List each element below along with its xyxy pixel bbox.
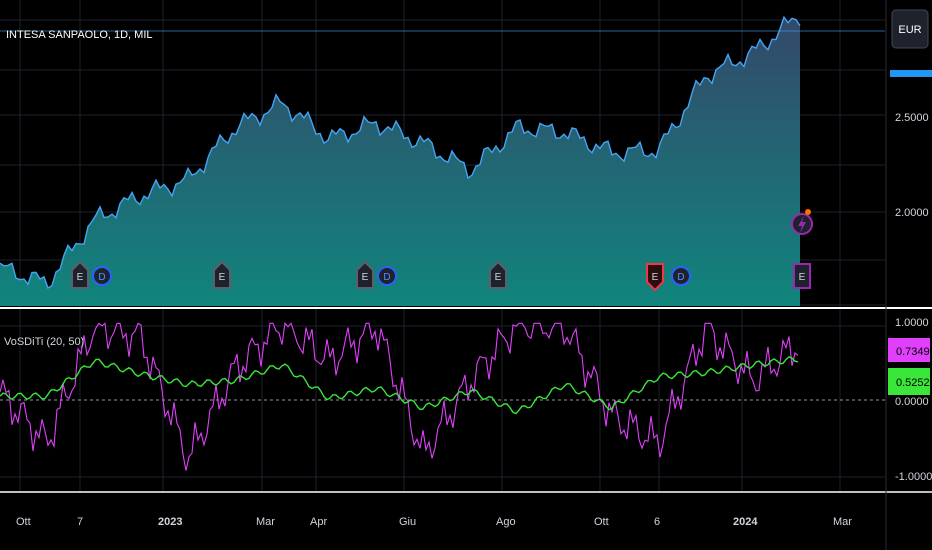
event-marker-letter: D <box>383 272 390 283</box>
indicator-value-badge-magenta: 0.7349 <box>888 338 930 362</box>
time-label: Giu <box>399 516 416 528</box>
last-price-marker <box>890 70 932 77</box>
time-label: Mar <box>256 516 275 528</box>
event-marker-letter: E <box>77 272 84 283</box>
indicator-value-magenta: 0.7349 <box>896 346 930 358</box>
event-marker-letter: E <box>799 272 806 283</box>
event-marker-letter: E <box>495 272 502 283</box>
indicator-value-badge-green: 0.5252 <box>888 368 930 395</box>
event-marker-letter: E <box>362 272 369 283</box>
time-axis[interactable]: Ott 7 2023 Mar Apr Giu Ago Ott 6 2024 Ma… <box>16 516 852 528</box>
event-marker-letter: E <box>652 272 659 283</box>
time-label: 2024 <box>733 516 758 528</box>
event-marker-earnings-upcoming[interactable]: E <box>793 263 811 289</box>
time-label: Ott <box>594 516 609 528</box>
indicator-tick: 1.0000 <box>895 317 929 329</box>
time-label: 2023 <box>158 516 182 528</box>
indicator-tick: 0.0000 <box>895 396 929 408</box>
event-marker-letter: E <box>219 272 226 283</box>
currency-button-label: EUR <box>898 24 921 36</box>
symbol-title: INTESA SANPAOLO, 1D, MIL <box>6 29 153 41</box>
event-marker-letter: D <box>98 272 105 283</box>
indicator-series-green <box>0 356 799 415</box>
price-tick: 2.0000 <box>895 207 929 219</box>
indicator-tick: -1.0000 <box>895 471 932 483</box>
event-marker-letter: D <box>677 272 684 283</box>
event-marker-dividend[interactable]: D <box>92 266 112 286</box>
chart-canvas[interactable]: E D E E D E E D E INTESA SANPAOLO, 1D, MIL EUR 2… <box>0 0 932 550</box>
price-tick: 2.5000 <box>895 112 929 124</box>
event-marker-dividend[interactable]: D <box>671 266 691 286</box>
time-label: Mar <box>833 516 852 528</box>
indicator-value-green: 0.5252 <box>896 377 930 389</box>
indicator-title: VoSDiTi (20, 50) <box>4 336 84 348</box>
time-label: 6 <box>654 516 660 528</box>
price-area <box>0 17 800 306</box>
time-label: Apr <box>310 516 327 528</box>
time-label: 7 <box>77 516 83 528</box>
event-marker-dividend[interactable]: D <box>377 266 397 286</box>
time-label: Ago <box>496 516 516 528</box>
currency-button[interactable]: EUR <box>891 9 929 49</box>
time-label: Ott <box>16 516 31 528</box>
